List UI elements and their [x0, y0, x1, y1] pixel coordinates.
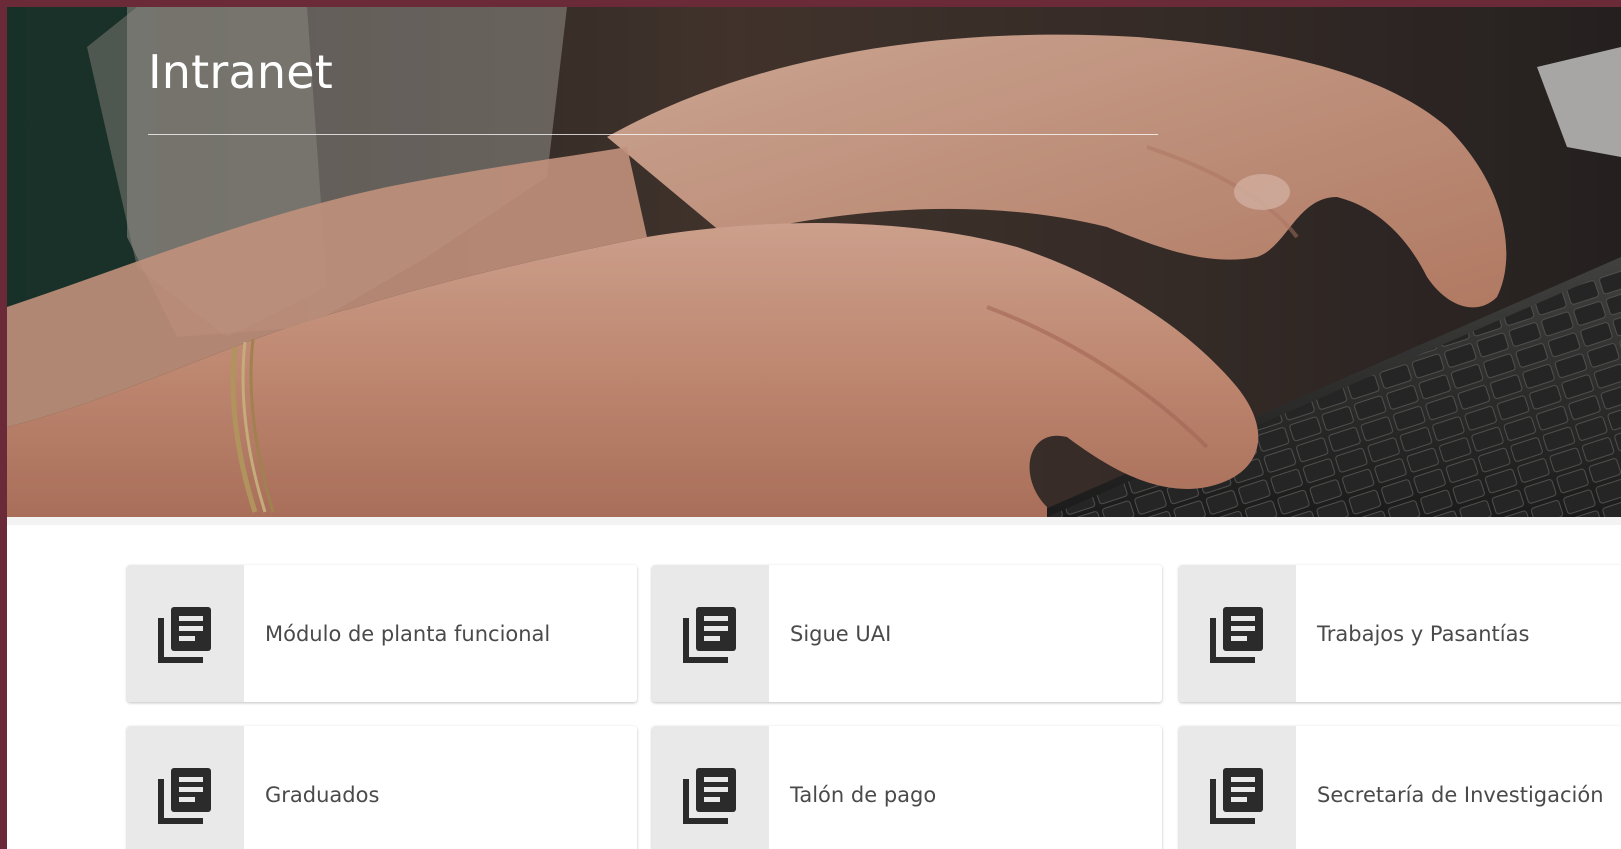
card-icon-box: [652, 726, 769, 849]
library-books-icon: [682, 767, 736, 824]
card-graduados[interactable]: Graduados: [127, 726, 637, 849]
card-icon-box: [127, 565, 244, 702]
card-sigue-uai[interactable]: Sigue UAI: [652, 565, 1162, 702]
card-label: Sigue UAI: [790, 621, 892, 646]
card-label: Módulo de planta funcional: [265, 621, 551, 646]
card-icon-box: [127, 726, 244, 849]
hero-bottom-strip: [7, 517, 1621, 525]
page-frame: Intranet Módulo de planta funcional Sigu…: [7, 7, 1621, 849]
card-secretaria-investigacion[interactable]: Secretaría de Investigación: [1179, 726, 1621, 849]
card-icon-box: [1179, 565, 1296, 702]
card-icon-box: [1179, 726, 1296, 849]
card-icon-box: [652, 565, 769, 702]
card-trabajos-pasantias[interactable]: Trabajos y Pasantías: [1179, 565, 1621, 702]
library-books-icon: [1209, 767, 1263, 824]
library-books-icon: [157, 767, 211, 824]
card-modulo-planta-funcional[interactable]: Módulo de planta funcional: [127, 565, 637, 702]
page-title: Intranet: [148, 45, 333, 99]
library-books-icon: [682, 606, 736, 663]
library-books-icon: [1209, 606, 1263, 663]
title-divider: [148, 134, 1158, 135]
library-books-icon: [157, 606, 211, 663]
card-label: Trabajos y Pasantías: [1317, 621, 1530, 646]
card-label: Secretaría de Investigación: [1317, 782, 1604, 807]
card-label: Graduados: [265, 782, 380, 807]
card-talon-de-pago[interactable]: Talón de pago: [652, 726, 1162, 849]
hero-banner: Intranet: [7, 7, 1621, 517]
card-label: Talón de pago: [790, 782, 937, 807]
